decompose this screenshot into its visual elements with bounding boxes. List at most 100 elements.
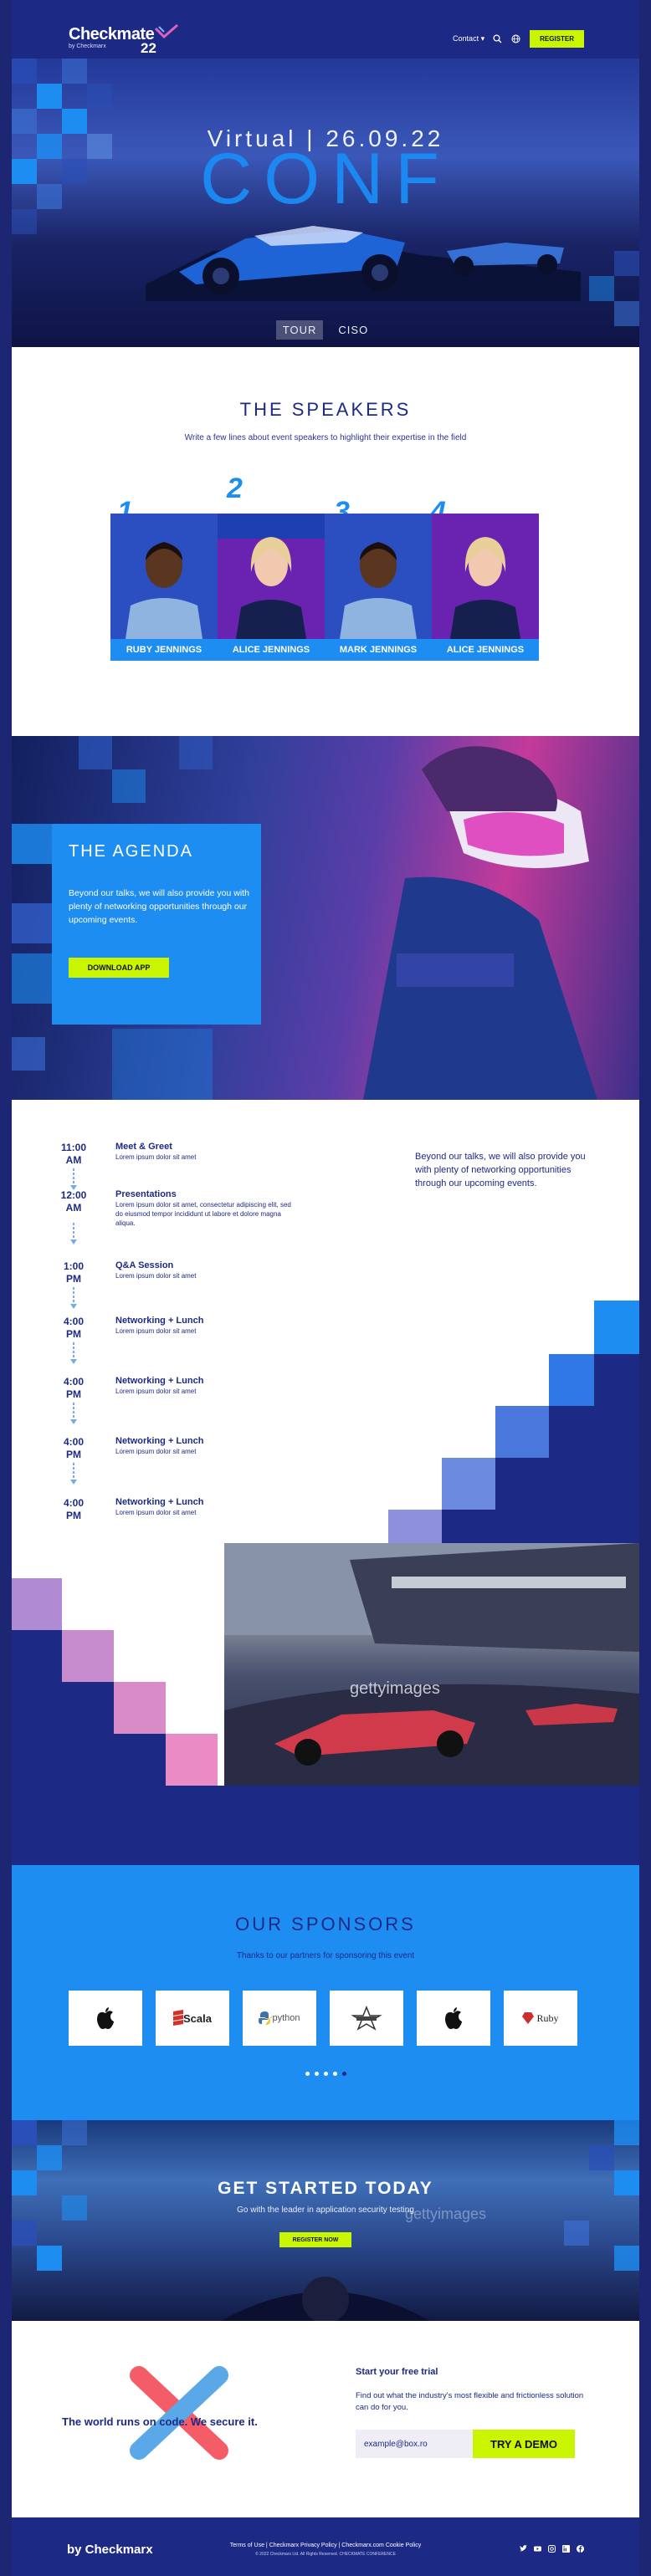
linkedin-icon[interactable] (562, 2545, 570, 2553)
speaker-name: ALICE JENNINGS (218, 639, 325, 661)
python-logo-icon (259, 2011, 273, 2025)
scala-logo-icon (173, 2010, 183, 2026)
schedule-desc: Lorem ipsum dolor sit amet (115, 1153, 197, 1161)
schedule-time: 1:00 PM (63, 1260, 85, 1285)
schedule-time: 12:00 AM (60, 1189, 87, 1214)
register-button[interactable]: REGISTER (530, 30, 584, 48)
twitter-icon[interactable] (520, 2545, 527, 2553)
down-arrow-icon (70, 1342, 77, 1364)
agenda-section: THE AGENDA Beyond our talks, we will als… (12, 736, 639, 1100)
agenda-body: Beyond our talks, we will also provide y… (69, 888, 249, 925)
sponsor-logo[interactable]: Ruby (504, 1991, 577, 2046)
tagline: The world runs on code. We secure it. (62, 2415, 258, 2428)
carousel-dot[interactable] (323, 2072, 328, 2076)
youtube-icon[interactable] (534, 2545, 541, 2553)
schedule-desc: Lorem ipsum dolor sit amet (115, 1272, 197, 1280)
schedule-title: Networking + Lunch (115, 1497, 204, 1507)
schedule-time: 4:00 PM (63, 1376, 85, 1400)
top-navigation: Checkmate by Checkmarx 22 Contact ▾ REGI… (12, 0, 639, 59)
schedule-item: 11:00 AM Meet & Greet Lorem ipsum dolor s… (49, 1142, 517, 1192)
schedule-title: Networking + Lunch (115, 1316, 204, 1326)
schedule-time: 4:00 PM (63, 1436, 85, 1460)
agenda-card: THE AGENDA Beyond our talks, we will als… (52, 824, 261, 1025)
download-app-button[interactable]: DOWNLOAD APP (69, 958, 169, 978)
speaker-name: ALICE JENNINGS (432, 639, 539, 661)
schedule-title: Networking + Lunch (115, 1376, 204, 1386)
footer: by Checkmarx Terms of Use | Checkmarx Pr… (12, 2517, 639, 2576)
schedule-item: 4:00 PM Networking + Lunch Lorem ipsum do… (49, 1376, 517, 1426)
email-field[interactable] (356, 2430, 473, 2458)
facebook-icon[interactable] (577, 2545, 584, 2553)
social-links (520, 2545, 584, 2553)
nav-contact[interactable]: Contact ▾ (453, 34, 484, 43)
search-icon[interactable] (493, 33, 503, 44)
speaker-number: 2 (227, 473, 243, 504)
speakers-title: THE SPEAKERS (239, 399, 412, 420)
schedule-item: 12:00 AM Presentations Lorem ipsum dolor … (49, 1189, 517, 1245)
ruby-logo-icon (522, 2012, 535, 2024)
speakers-subtitle: Write a few lines about event speakers t… (184, 433, 467, 442)
carousel-dot[interactable] (332, 2072, 337, 2076)
sponsor-logo[interactable] (69, 1991, 142, 2046)
get-started-background (12, 2120, 639, 2321)
speaker-name: MARK JENNINGS (325, 639, 432, 661)
schedule-item: 4:00 PM Networking + Lunch Lorem ipsum do… (49, 1497, 517, 1547)
tab-tour[interactable]: TOUR (275, 320, 324, 340)
sponsors-subtitle: Thanks to our partners for sponsoring th… (236, 1951, 415, 1960)
trial-body: Find out what the industry's most flexib… (356, 2391, 584, 2412)
sponsor-logo[interactable] (330, 1991, 403, 2046)
get-started-subtitle: Go with the leader in application securi… (237, 2205, 414, 2215)
schedule-time: 11:00 AM (60, 1142, 87, 1166)
speaker-card[interactable]: RUBY JENNINGS (110, 514, 218, 661)
sponsor-logo[interactable]: Scala (156, 1991, 229, 2046)
page: Checkmate by Checkmarx 22 Contact ▾ REGI… (12, 0, 639, 2576)
down-arrow-icon (70, 1403, 77, 1424)
speaker-photo (110, 514, 218, 639)
schedule-title: Q&A Session (115, 1260, 174, 1270)
carousel-dot-active[interactable] (341, 2072, 346, 2076)
register-now-button[interactable]: REGISTER NOW (279, 2232, 351, 2247)
schedule-desc: Lorem ipsum dolor sit amet, consectetur … (115, 1201, 291, 1227)
hero-tabs: TOUR CISO (12, 320, 639, 340)
speaker-photo (432, 514, 539, 639)
try-demo-button[interactable]: TRY A DEMO (473, 2430, 575, 2458)
down-arrow-icon (70, 1168, 77, 1190)
sponsors-section: OUR SPONSORS Thanks to our partners for … (12, 1865, 639, 2120)
agenda-title: THE AGENDA (69, 842, 193, 861)
schedule-section: Beyond our talks, we will also provide y… (12, 1100, 639, 1865)
down-arrow-icon (70, 1463, 77, 1485)
race-track-image: gettyimages (224, 1543, 639, 1786)
schedule-item: 1:00 PM Q&A Session Lorem ipsum dolor sit… (49, 1260, 517, 1311)
instagram-icon[interactable] (548, 2545, 556, 2553)
apple-logo-icon (445, 2007, 462, 2029)
speaker-name: RUBY JENNINGS (110, 639, 218, 661)
svg-text:gettyimages: gettyimages (350, 1679, 440, 1698)
speaker-photo (218, 514, 325, 639)
speaker-card[interactable]: MARK JENNINGS (325, 514, 432, 661)
speaker-card[interactable]: ALICE JENNINGS (218, 514, 325, 661)
logo-check-icon (154, 23, 178, 39)
carousel-dot[interactable] (314, 2072, 319, 2076)
schedule-title: Presentations (115, 1189, 177, 1199)
sponsor-logo[interactable]: python (243, 1991, 316, 2046)
schedule-item: 4:00 PM Networking + Lunch Lorem ipsum do… (49, 1316, 517, 1366)
tab-ciso[interactable]: CISO (331, 320, 375, 340)
get-started-section: GET STARTED TODAY Go with the leader in … (12, 2120, 639, 2321)
trial-heading: Start your free trial (356, 2367, 438, 2377)
hero-section: Checkmate by Checkmarx 22 Contact ▾ REGI… (12, 0, 639, 347)
schedule-desc: Lorem ipsum dolor sit amet (115, 1388, 197, 1395)
sponsor-logo[interactable] (417, 1991, 490, 2046)
speaker-card[interactable]: ALICE JENNINGS (432, 514, 539, 661)
carousel-dots (12, 2072, 639, 2076)
speaker-photo (325, 514, 432, 639)
schedule-title: Meet & Greet (115, 1142, 172, 1152)
carousel-dot[interactable] (305, 2072, 310, 2076)
logo-year: 22 (141, 40, 156, 56)
free-trial-section: The world runs on code. We secure it. St… (12, 2321, 639, 2517)
globe-icon[interactable] (511, 34, 521, 44)
down-arrow-icon (70, 1287, 77, 1309)
star-logo-icon (351, 2006, 382, 2031)
schedule-time: 4:00 PM (63, 1497, 85, 1521)
schedule-title: Networking + Lunch (115, 1436, 204, 1446)
schedule-desc: Lorem ipsum dolor sit amet (115, 1448, 197, 1455)
